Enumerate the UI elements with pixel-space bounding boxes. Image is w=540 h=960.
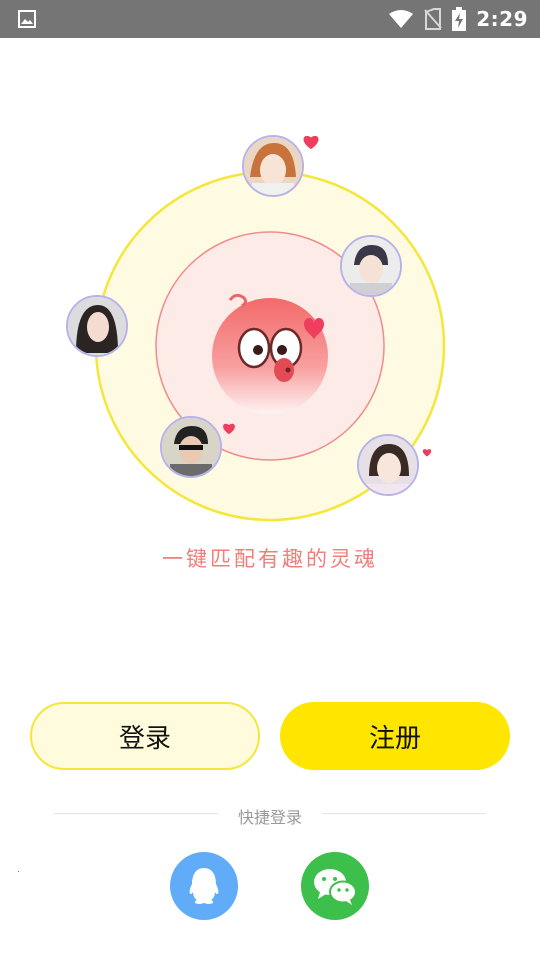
qq-icon bbox=[189, 868, 219, 904]
status-time: 2:29 bbox=[476, 7, 528, 31]
avatar-right-lower[interactable] bbox=[357, 434, 419, 496]
heart-icon bbox=[303, 135, 319, 150]
tagline: 一键匹配有趣的灵魂 bbox=[162, 547, 378, 571]
login-label: 登录 bbox=[118, 723, 171, 754]
status-bar: 2:29 bbox=[0, 0, 540, 38]
avatar-lower-left[interactable] bbox=[160, 416, 222, 478]
wechat-icon bbox=[314, 869, 357, 905]
wifi-icon bbox=[389, 10, 414, 28]
register-label: 注册 bbox=[368, 723, 421, 754]
avatar-left[interactable] bbox=[66, 295, 128, 357]
gallery-icon bbox=[18, 10, 36, 28]
avatar-top[interactable] bbox=[242, 135, 304, 197]
mascot-icon bbox=[212, 293, 328, 414]
quick-login-label: 快捷登录 bbox=[237, 808, 302, 827]
quick-login-divider: 快捷登录 bbox=[0, 800, 540, 830]
match-orbit bbox=[0, 38, 540, 558]
heart-icon bbox=[223, 423, 235, 435]
stray-dot bbox=[18, 871, 19, 872]
battery-charging-icon bbox=[452, 7, 467, 31]
qq-login-button[interactable] bbox=[170, 852, 238, 920]
wechat-login-button[interactable] bbox=[301, 852, 369, 920]
login-button[interactable]: 登录 bbox=[30, 702, 260, 770]
heart-icon bbox=[422, 449, 432, 457]
avatar-right-upper[interactable] bbox=[340, 235, 402, 297]
divider-right bbox=[322, 813, 486, 814]
no-sim-icon bbox=[424, 8, 442, 30]
register-button[interactable]: 注册 bbox=[280, 702, 510, 770]
